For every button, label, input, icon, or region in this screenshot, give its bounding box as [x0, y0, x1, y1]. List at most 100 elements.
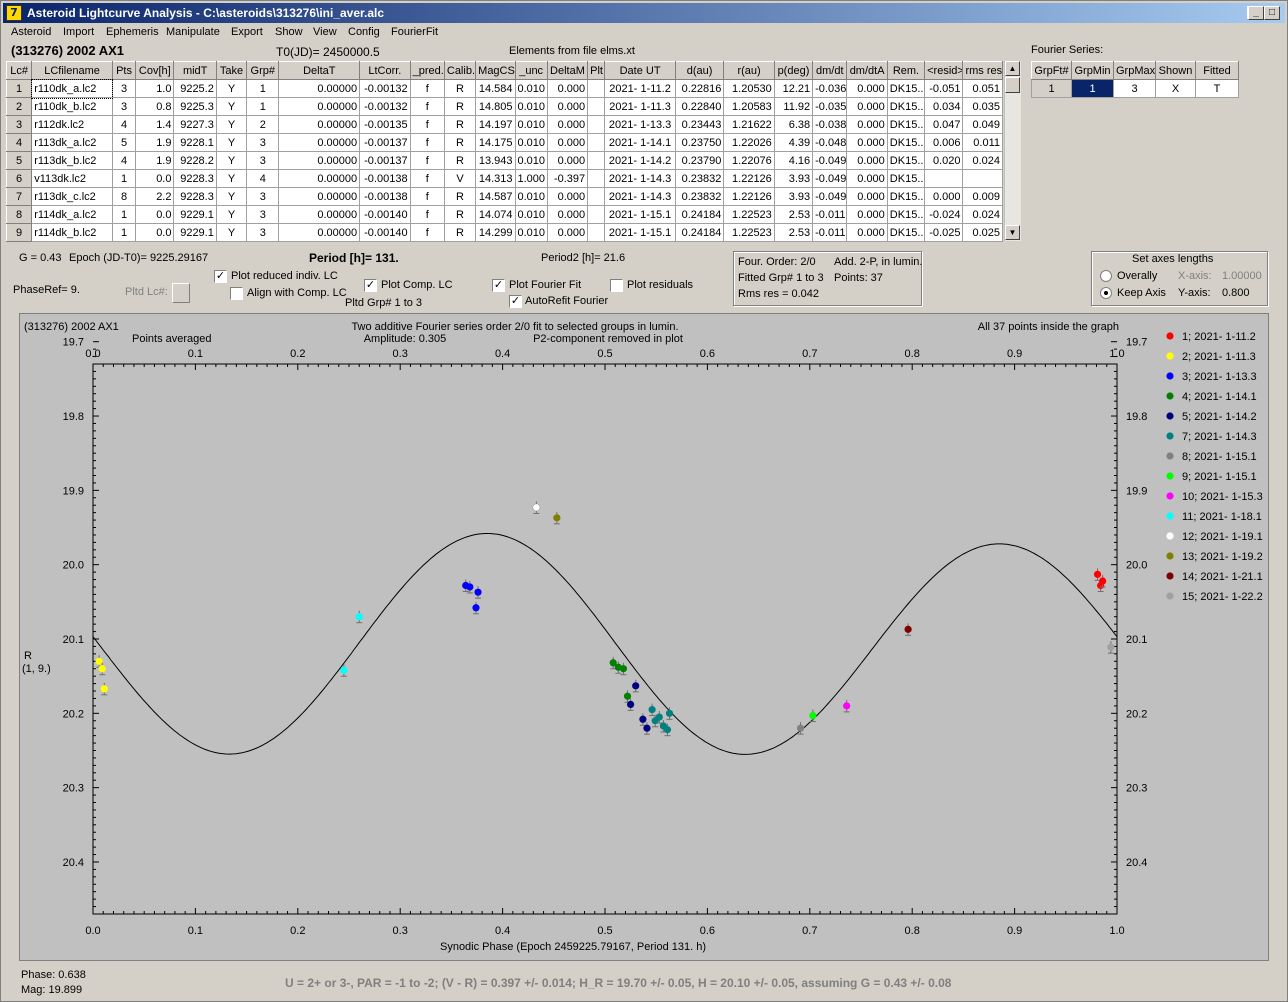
table-cell[interactable]: DK15..: [886, 79, 926, 98]
table-cell[interactable]: 14.197: [475, 115, 516, 134]
table-cell[interactable]: Y: [215, 205, 248, 224]
table-cell[interactable]: 0.22816: [674, 79, 725, 98]
table-cell[interactable]: 0.24184: [674, 205, 725, 224]
xaxis-value[interactable]: 1.00000: [1222, 270, 1262, 282]
table-cell[interactable]: 2.2: [135, 187, 175, 206]
table-cell[interactable]: DK15..: [886, 97, 926, 116]
table-cell[interactable]: 0.000: [546, 151, 589, 170]
table-cell[interactable]: 0.000: [546, 187, 589, 206]
fs-cell-grpmin[interactable]: 1: [1071, 79, 1114, 98]
lc-col-header[interactable]: Calib.: [443, 61, 477, 80]
lc-col-header[interactable]: Take: [215, 61, 248, 80]
scroll-down-icon[interactable]: ▼: [1005, 225, 1020, 240]
table-cell[interactable]: 0.00000: [278, 79, 361, 98]
lc-col-header[interactable]: dm/dt: [812, 61, 848, 80]
table-cell[interactable]: 9228.3: [173, 169, 217, 188]
table-cell[interactable]: 0.00000: [278, 187, 361, 206]
table-cell[interactable]: R: [443, 151, 477, 170]
table-cell[interactable]: 1: [246, 79, 280, 98]
table-cell[interactable]: -0.038: [812, 115, 848, 134]
table-cell[interactable]: 0.006: [924, 133, 964, 152]
table-cell[interactable]: 0.010: [514, 151, 548, 170]
fs-cell-fitted[interactable]: T: [1195, 79, 1239, 98]
table-cell[interactable]: DK15..: [886, 133, 926, 152]
pltd-lc-spinner[interactable]: [172, 283, 190, 303]
table-cell[interactable]: 0.22840: [674, 97, 725, 116]
table-cell[interactable]: f: [409, 115, 445, 134]
row-number[interactable]: 7: [5, 187, 33, 206]
plot-residuals-checkbox[interactable]: [610, 279, 623, 292]
maximize-button[interactable]: □: [1264, 6, 1280, 20]
table-cell[interactable]: Y: [215, 133, 248, 152]
table-cell[interactable]: Y: [215, 169, 248, 188]
lc-col-header[interactable]: r(au): [723, 61, 775, 80]
table-cell[interactable]: 0.0: [135, 205, 175, 224]
table-cell[interactable]: 1: [111, 205, 137, 224]
lc-col-header[interactable]: p(deg): [773, 61, 814, 80]
table-cell[interactable]: 0.000: [846, 169, 888, 188]
lc-col-header[interactable]: Date UT: [604, 61, 676, 80]
table-cell[interactable]: f: [409, 187, 445, 206]
table-cell[interactable]: 0.051: [962, 79, 1003, 98]
table-cell[interactable]: 8: [111, 187, 137, 206]
table-cell[interactable]: r113dk_c.lc2: [31, 187, 113, 206]
table-cell[interactable]: 0.000: [924, 187, 964, 206]
table-cell[interactable]: 0.049: [962, 115, 1003, 134]
table-cell[interactable]: [587, 115, 606, 134]
menu-ephemeris[interactable]: Ephemeris: [106, 26, 159, 38]
table-cell[interactable]: 0.000: [546, 205, 589, 224]
table-cell[interactable]: 0.020: [924, 151, 964, 170]
table-cell[interactable]: 2021- 1-15.1: [604, 223, 676, 242]
table-cell[interactable]: DK15..: [886, 187, 926, 206]
table-cell[interactable]: -0.00135: [359, 115, 411, 134]
table-cell[interactable]: 0.0: [135, 223, 175, 242]
table-cell[interactable]: -0.024: [924, 205, 964, 224]
fourier-series-table[interactable]: GrpFt# GrpMin GrpMax Shown Fitted 1 1 3 …: [1031, 61, 1239, 98]
table-row[interactable]: 3 r112dk.lc2 4 1.4 9227.3 Y 2 0.00000 -0.00135 f R…: [5, 115, 1003, 134]
table-cell[interactable]: 1: [246, 97, 280, 116]
table-cell[interactable]: 0.8: [135, 97, 175, 116]
table-cell[interactable]: 9228.2: [173, 151, 217, 170]
row-number[interactable]: 4: [5, 133, 33, 152]
table-row[interactable]: 5 r113dk_b.lc2 4 1.9 9228.2 Y 3 0.00000 -0.00137…: [5, 151, 1003, 170]
table-cell[interactable]: [924, 169, 964, 188]
yaxis-value[interactable]: 0.800: [1222, 287, 1250, 299]
table-cell[interactable]: 0.23832: [674, 187, 725, 206]
table-cell[interactable]: 2.53: [773, 205, 814, 224]
table-cell[interactable]: 0.000: [846, 151, 888, 170]
menu-show[interactable]: Show: [275, 26, 303, 38]
table-cell[interactable]: -0.00138: [359, 187, 411, 206]
table-row[interactable]: 2 r110dk_b.lc2 3 0.8 9225.3 Y 1 0.00000 -0.00132…: [5, 97, 1003, 116]
table-cell[interactable]: 1: [111, 169, 137, 188]
table-cell[interactable]: 14.313: [475, 169, 516, 188]
table-cell[interactable]: 0.00000: [278, 151, 361, 170]
table-cell[interactable]: 3: [246, 187, 280, 206]
menu-import[interactable]: Import: [63, 26, 94, 38]
table-cell[interactable]: 0.00000: [278, 97, 361, 116]
table-cell[interactable]: Y: [215, 223, 248, 242]
table-cell[interactable]: 1.20583: [723, 97, 775, 116]
table-cell[interactable]: 4: [111, 115, 137, 134]
table-cell[interactable]: Y: [215, 97, 248, 116]
table-cell[interactable]: [587, 223, 606, 242]
table-cell[interactable]: 0.00000: [278, 115, 361, 134]
table-cell[interactable]: -0.051: [924, 79, 964, 98]
table-cell[interactable]: 14.074: [475, 205, 516, 224]
table-cell[interactable]: 0.23750: [674, 133, 725, 152]
lc-col-header[interactable]: _unc: [514, 61, 548, 80]
table-cell[interactable]: 0.23832: [674, 169, 725, 188]
table-cell[interactable]: 9225.2: [173, 79, 217, 98]
table-cell[interactable]: -0.00140: [359, 223, 411, 242]
plot-reduced-checkbox[interactable]: ✓: [214, 270, 227, 283]
table-cell[interactable]: DK15..: [886, 205, 926, 224]
table-cell[interactable]: 14.175: [475, 133, 516, 152]
row-number[interactable]: 2: [5, 97, 33, 116]
menu-manipulate[interactable]: Manipulate: [166, 26, 220, 38]
lc-col-header[interactable]: Pts: [111, 61, 137, 80]
scroll-thumb[interactable]: [1005, 77, 1020, 93]
table-cell[interactable]: 1.9: [135, 151, 175, 170]
table-cell[interactable]: v113dk.lc2: [31, 169, 113, 188]
table-cell[interactable]: R: [443, 97, 477, 116]
lc-col-header[interactable]: Grp#: [246, 61, 280, 80]
table-cell[interactable]: Y: [215, 151, 248, 170]
